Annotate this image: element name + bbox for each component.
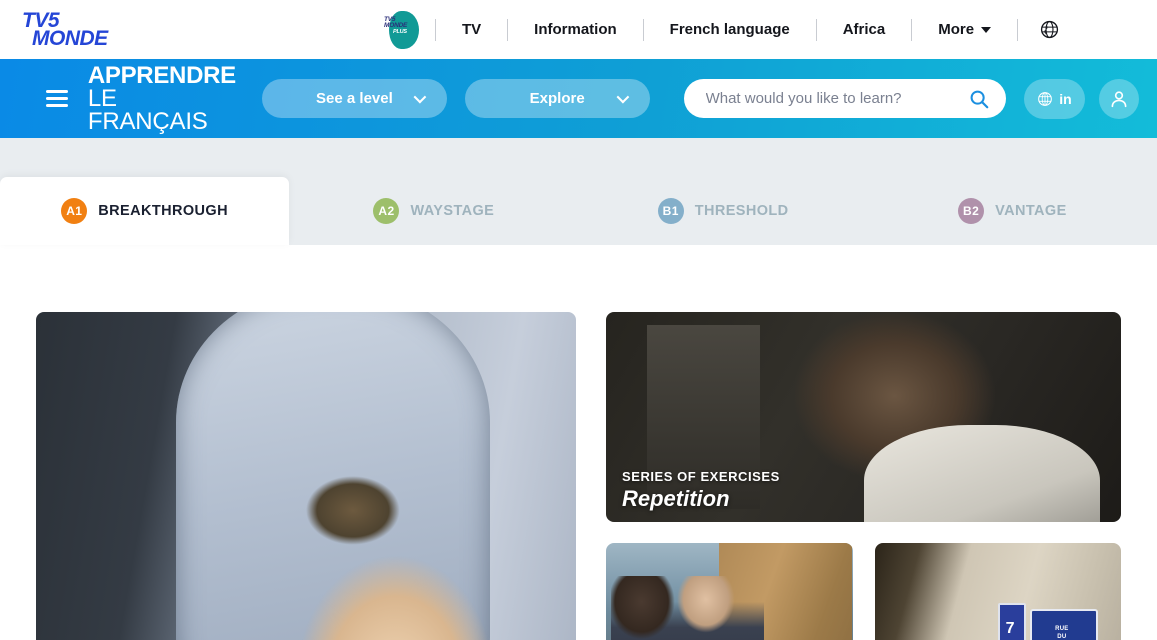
globe-icon bbox=[1040, 20, 1059, 39]
card-category-label: SERIES OF EXERCISES bbox=[622, 469, 780, 484]
level-badge-b1: B1 bbox=[657, 198, 684, 224]
apprendre-header-bar: APPRENDRE LE FRANÇAIS See a level Explor… bbox=[0, 59, 1157, 138]
hero-video-card[interactable] bbox=[36, 312, 576, 640]
airplane-window-image bbox=[36, 312, 576, 640]
search-bar[interactable] bbox=[683, 79, 1006, 118]
tv5monde-logo[interactable]: TV5 MONDE bbox=[22, 10, 108, 50]
chevron-down-icon bbox=[616, 90, 629, 104]
nav-link-tv[interactable]: TV bbox=[436, 21, 507, 38]
search-icon[interactable] bbox=[968, 88, 990, 110]
conference-interview-thumbnail[interactable] bbox=[606, 543, 853, 640]
hero-column bbox=[36, 312, 576, 640]
street-sign-line-2: DU bbox=[1057, 634, 1067, 640]
nav-link-label: Africa bbox=[842, 21, 886, 38]
logo-line-2: MONDE bbox=[32, 26, 108, 50]
tab-level-b1[interactable]: B1 THRESHOLD bbox=[579, 177, 868, 245]
tab-label-b2: VANTAGE bbox=[995, 203, 1067, 219]
search-input[interactable] bbox=[705, 90, 968, 107]
street-number-label: 7 bbox=[1005, 619, 1015, 637]
tab-label-a2: WAYSTAGE bbox=[410, 203, 495, 219]
nav-link-french-language[interactable]: French language bbox=[644, 21, 816, 38]
conference-image bbox=[606, 543, 853, 640]
explore-label: Explore bbox=[529, 90, 585, 107]
hamburger-menu-icon[interactable] bbox=[46, 86, 68, 111]
card-title: Repetition bbox=[622, 486, 730, 511]
user-account-icon bbox=[1111, 90, 1127, 107]
explore-dropdown[interactable]: Explore bbox=[464, 79, 650, 118]
thumbnail-row: 7 RUE DU RENDEZ-VOUS bbox=[606, 543, 1121, 640]
street-sign-line-1: RUE bbox=[1055, 626, 1069, 633]
nav-link-label: TV bbox=[462, 21, 482, 38]
tab-label-b1: THRESHOLD bbox=[694, 203, 789, 219]
nav-link-more[interactable]: More bbox=[912, 21, 1017, 38]
top-nav-links: TV5 MONDE PLUS TV Information French lan… bbox=[383, 0, 1081, 59]
app-title[interactable]: APPRENDRE LE FRANÇAIS bbox=[87, 61, 242, 136]
street-sign-plate: RUE DU RENDEZ-VOUS bbox=[1030, 609, 1094, 640]
nav-link-africa[interactable]: Africa bbox=[817, 21, 912, 38]
secondary-column: SERIES OF EXERCISES Repetition 7 RUE DU … bbox=[606, 312, 1121, 640]
chevron-down-icon bbox=[981, 26, 992, 33]
app-title-line-2: LE FRANÇAIS bbox=[87, 84, 208, 136]
level-badge-b2: B2 bbox=[958, 198, 985, 224]
tab-level-b2[interactable]: B2 VANTAGE bbox=[868, 177, 1157, 245]
see-a-level-dropdown[interactable]: See a level bbox=[262, 79, 447, 118]
see-a-level-label: See a level bbox=[316, 90, 393, 107]
nav-link-label: More bbox=[938, 21, 975, 38]
account-button[interactable] bbox=[1099, 78, 1140, 119]
language-selector-button[interactable]: in bbox=[1023, 78, 1086, 119]
top-navigation-bar: TV5 MONDE TV5 MONDE PLUS TV Information … bbox=[0, 0, 1157, 59]
tab-level-a1[interactable]: A1 BREAKTHROUGH bbox=[0, 177, 290, 245]
language-code-label: in bbox=[1059, 90, 1072, 107]
tab-label-a1: BREAKTHROUGH bbox=[98, 203, 228, 219]
repetition-exercise-card[interactable]: SERIES OF EXERCISES Repetition bbox=[606, 312, 1121, 522]
chevron-down-icon bbox=[413, 90, 427, 104]
globe-icon bbox=[1038, 91, 1053, 106]
nav-link-information[interactable]: Information bbox=[508, 21, 643, 38]
level-badge-a2: A2 bbox=[373, 198, 400, 224]
street-sign-thumbnail[interactable]: 7 RUE DU RENDEZ-VOUS bbox=[874, 543, 1121, 640]
tab-level-a2[interactable]: A2 WAYSTAGE bbox=[289, 177, 578, 245]
content-area: SERIES OF EXERCISES Repetition 7 RUE DU … bbox=[0, 245, 1157, 640]
nav-link-label: French language bbox=[669, 21, 790, 38]
plus-logo-line-3: PLUS bbox=[393, 29, 407, 36]
level-badge-a1: A1 bbox=[61, 198, 88, 224]
level-tab-strip: A1 BREAKTHROUGH A2 WAYSTAGE B1 THRESHOLD… bbox=[0, 138, 1157, 245]
language-globe-button[interactable] bbox=[1018, 20, 1081, 39]
nav-link-label: Information bbox=[534, 21, 617, 38]
app-title-line-1: APPRENDRE bbox=[87, 61, 236, 89]
tv5monde-plus-logo-icon[interactable]: TV5 MONDE PLUS bbox=[383, 9, 421, 51]
